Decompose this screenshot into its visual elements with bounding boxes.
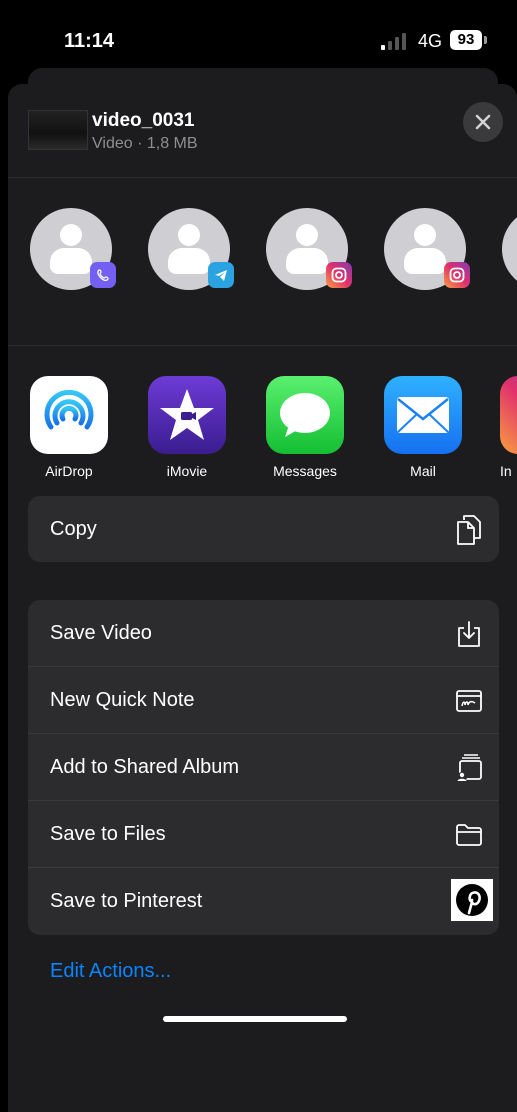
action-label: Save to Pinterest	[50, 890, 203, 912]
app-airdrop[interactable]: AirDrop	[30, 376, 108, 479]
battery-icon: 93	[450, 30, 482, 50]
share-header: video_0031 Video · 1,8 MB	[8, 84, 517, 178]
app-label: In	[500, 463, 512, 479]
file-name: video_0031	[92, 110, 195, 131]
save-to-pinterest-action[interactable]: Save to Pinterest	[28, 868, 499, 935]
contact-2[interactable]	[148, 178, 248, 308]
close-button[interactable]	[463, 102, 503, 142]
imovie-icon	[148, 376, 226, 454]
copy-group: Copy	[28, 496, 499, 562]
action-label: Save to Files	[50, 823, 166, 845]
signal-icon	[381, 32, 411, 50]
network-type: 4G	[418, 31, 443, 51]
messages-icon	[266, 376, 344, 454]
action-label: New Quick Note	[50, 689, 195, 711]
close-icon	[475, 114, 491, 130]
add-to-shared-album-action[interactable]: Add to Shared Album	[28, 734, 499, 801]
new-quick-note-action[interactable]: New Quick Note	[28, 667, 499, 734]
quick-note-icon	[453, 685, 485, 717]
action-label: Copy	[50, 518, 97, 540]
folder-icon	[453, 819, 485, 851]
app-mail[interactable]: Mail	[384, 376, 462, 479]
mail-icon	[384, 376, 462, 454]
status-time: 11:14	[64, 30, 115, 52]
file-meta: Video · 1,8 MB	[92, 135, 198, 152]
app-label: iMovie	[166, 463, 208, 479]
app-messages[interactable]: Messages	[266, 376, 344, 479]
battery-tip	[484, 36, 487, 44]
app-label: Mail	[410, 463, 436, 479]
save-video-action[interactable]: Save Video	[28, 600, 499, 667]
app-instagram-partial[interactable]: In	[500, 376, 517, 479]
shared-album-icon	[453, 752, 485, 784]
actions-group: Save Video New Quick Note Add to Shared …	[28, 600, 499, 935]
app-label: Messages	[273, 463, 337, 479]
copy-action[interactable]: Copy	[28, 496, 499, 562]
apps-row: AirDrop iMovie Messages Mail In	[8, 346, 517, 496]
pinterest-icon	[451, 879, 493, 921]
action-label: Add to Shared Album	[50, 756, 240, 778]
instagram-icon	[500, 376, 517, 454]
contact-1[interactable]	[30, 178, 130, 308]
video-thumbnail	[28, 110, 88, 150]
suggested-contacts	[8, 178, 517, 346]
action-label: Save Video	[50, 622, 152, 644]
viber-icon	[90, 262, 116, 288]
instagram-icon	[444, 262, 470, 288]
status-bar: 11:14 4G 93	[0, 0, 517, 60]
copy-icon	[453, 514, 485, 546]
contact-5-partial[interactable]	[502, 208, 517, 290]
share-sheet: video_0031 Video · 1,8 MB AirDrop iMovie…	[8, 84, 517, 1112]
airdrop-icon	[30, 376, 108, 454]
edit-actions-link[interactable]: Edit Actions...	[50, 960, 171, 983]
home-indicator[interactable]	[163, 1016, 347, 1022]
app-imovie[interactable]: iMovie	[148, 376, 226, 479]
instagram-icon	[326, 262, 352, 288]
download-icon	[453, 618, 485, 650]
app-label: AirDrop	[45, 463, 93, 479]
save-to-files-action[interactable]: Save to Files	[28, 801, 499, 868]
telegram-icon	[208, 262, 234, 288]
contact-4[interactable]	[384, 178, 484, 308]
contact-3[interactable]	[266, 178, 366, 308]
